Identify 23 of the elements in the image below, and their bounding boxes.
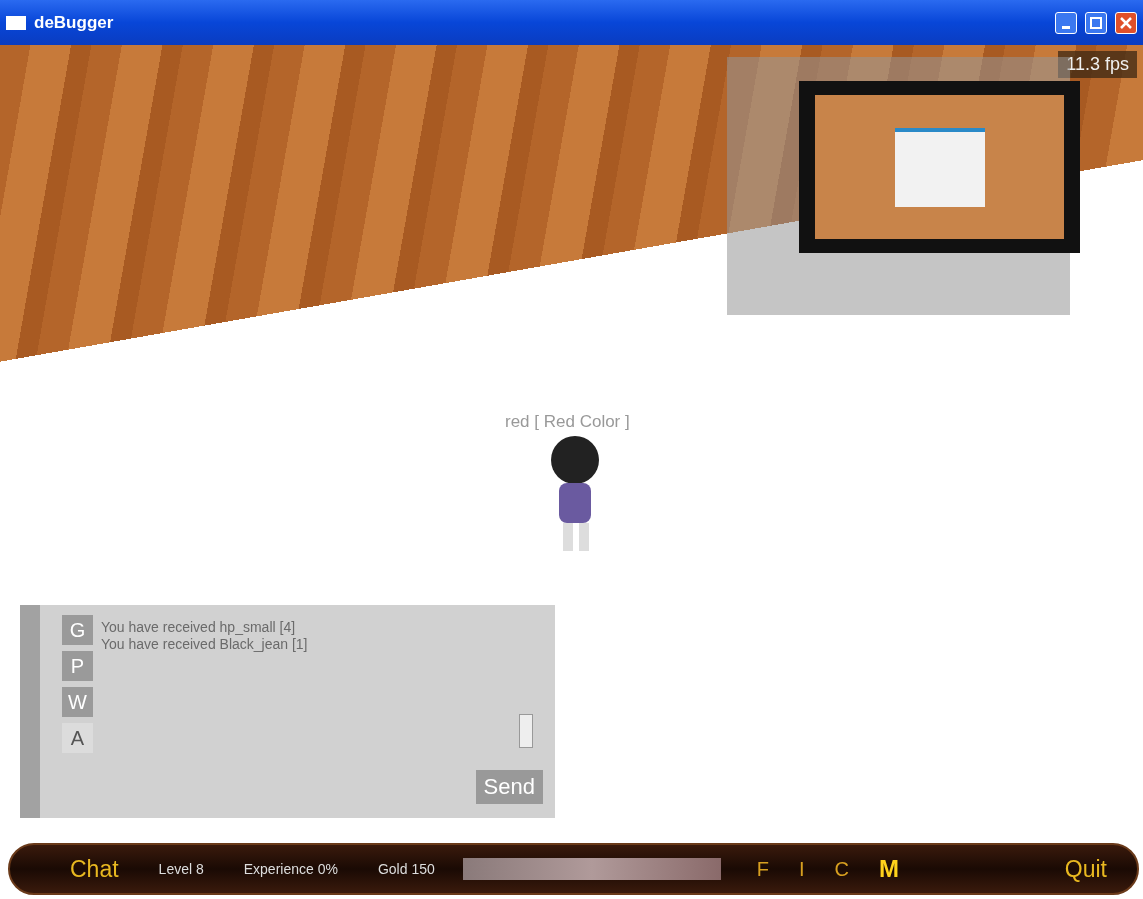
stat-label: Gold 150 xyxy=(377,861,435,877)
chat-message: You have received Black_jean [1] xyxy=(101,636,309,652)
window-title: deBugger xyxy=(34,12,115,33)
minimize-button[interactable] xyxy=(1055,11,1077,34)
player-name-tag: red [ Red Color ] xyxy=(505,412,630,432)
maximize-icon xyxy=(1090,16,1102,29)
close-button[interactable] xyxy=(1115,11,1137,34)
chat-input-field[interactable] xyxy=(519,714,533,748)
menu-button[interactable]: F xyxy=(756,857,769,881)
minimize-icon xyxy=(1062,26,1070,29)
menu-button[interactable]: C xyxy=(834,857,849,881)
chat-tab[interactable]: A xyxy=(62,723,93,753)
stat-label: Level 8 xyxy=(158,861,204,877)
menu-button[interactable]: I xyxy=(798,857,805,881)
window-icon xyxy=(6,15,26,30)
quit-button[interactable]: Quit xyxy=(1064,855,1107,883)
chat-button[interactable]: Chat xyxy=(70,855,119,883)
maximize-button[interactable] xyxy=(1085,11,1107,34)
chat-message: You have received hp_small [4] xyxy=(101,619,297,635)
stat-label: Experience 0% xyxy=(243,861,338,877)
menu-button[interactable]: M xyxy=(879,855,899,883)
close-icon xyxy=(1120,16,1132,29)
fps-counter: 11.3 fps xyxy=(1058,51,1137,78)
